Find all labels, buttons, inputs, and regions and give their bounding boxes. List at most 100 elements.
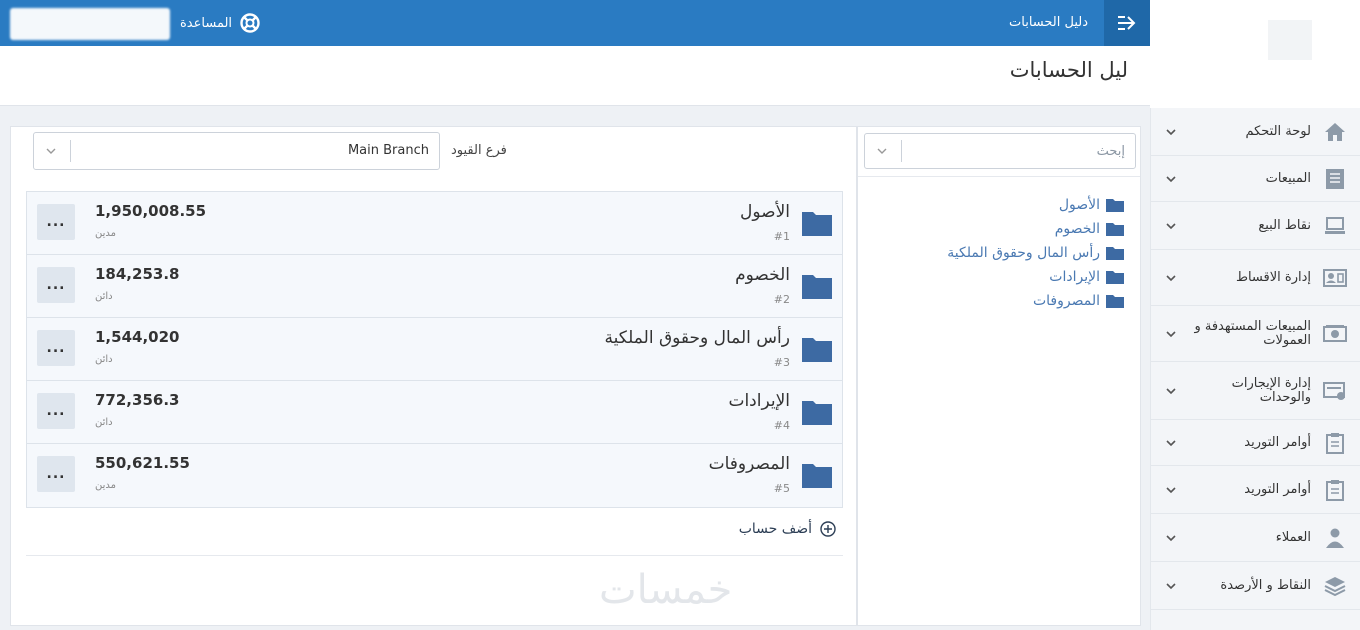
account-row[interactable]: الأصول #1 1,950,008.55 مدين ... — [27, 192, 842, 255]
more-actions-button[interactable]: ... — [37, 330, 75, 366]
top-bar: دليل الحسابات المساعدة — [0, 0, 1150, 46]
sidebar-toggle-button[interactable] — [1104, 0, 1150, 46]
sidebar-item-clients[interactable]: العملاء — [1151, 514, 1360, 562]
accounts-tree: الأصول الخصوم رأس المال وحقوق الملكية ال… — [947, 193, 1124, 313]
watermark: خمسات — [599, 567, 733, 613]
account-row[interactable]: الخصوم #2 184,253.8 دائن ... — [27, 255, 842, 318]
account-type: دائن — [95, 291, 113, 302]
tree-item[interactable]: الخصوم — [947, 217, 1124, 241]
folder-icon — [802, 464, 832, 488]
account-name[interactable]: الخصوم — [735, 265, 790, 285]
sidebar-item-rentals[interactable]: إدارة الإيجارات والوحدات — [1151, 362, 1360, 420]
account-row[interactable]: المصروفات #5 550,621.55 مدين ... — [27, 444, 842, 507]
folder-icon — [802, 275, 832, 299]
add-account-button[interactable]: أضف حساب — [739, 521, 836, 537]
company-logo — [1268, 20, 1312, 60]
sidebar-item-supply-orders[interactable]: أوامر التوريد — [1151, 420, 1360, 466]
tree-item[interactable]: المصروفات — [947, 289, 1124, 313]
chevron-down-icon — [1166, 534, 1176, 541]
chevron-down-icon — [1166, 128, 1176, 135]
sidebar-item-pos[interactable]: نقاط البيع — [1151, 202, 1360, 250]
chevron-down-icon — [1166, 222, 1176, 229]
accounts-main-panel: Main Branch فرع القيود الأصول #1 1,950,0… — [10, 126, 857, 626]
sidebar-item-label: أوامر التوريد — [1244, 434, 1311, 450]
sidebar-item-label: أوامر التوريد — [1244, 481, 1311, 497]
account-name[interactable]: الإيرادات — [728, 391, 790, 411]
more-actions-button[interactable]: ... — [37, 456, 75, 492]
account-row[interactable]: رأس المال وحقوق الملكية #3 1,544,020 دائ… — [27, 318, 842, 381]
arrow-collapse-icon — [1118, 16, 1136, 30]
sidebar-item-label: العملاء — [1275, 529, 1311, 545]
id-card-icon — [1323, 266, 1347, 290]
branch-select[interactable]: Main Branch — [33, 132, 440, 170]
account-number: #4 — [773, 419, 790, 432]
chevron-down-icon[interactable] — [876, 145, 888, 157]
page-title: ليل الحسابات — [1009, 58, 1128, 82]
account-row[interactable]: الإيرادات #4 772,356.3 دائن ... — [27, 381, 842, 444]
help-link[interactable]: المساعدة — [180, 0, 260, 46]
sidebar-item-label: المبيعات — [1265, 170, 1311, 186]
layers-icon — [1323, 574, 1347, 598]
money-icon — [1323, 322, 1347, 346]
sidebar-item-targets-commissions[interactable]: المبيعات المستهدفة و العمولات — [1151, 306, 1360, 362]
sidebar-item-installments[interactable]: إدارة الاقساط — [1151, 250, 1360, 306]
accounts-list: الأصول #1 1,950,008.55 مدين ... الخصوم #… — [26, 191, 843, 508]
sidebar-item-points-balances[interactable]: النقاط و الأرصدة — [1151, 562, 1360, 610]
more-actions-button[interactable]: ... — [37, 204, 75, 240]
chevron-down-icon — [1166, 486, 1176, 493]
account-balance: 772,356.3 — [95, 391, 180, 409]
logo-area — [1150, 0, 1360, 108]
sidebar-item-label: المبيعات المستهدفة و العمولات — [1194, 318, 1311, 348]
select-separator — [70, 140, 71, 162]
folder-icon — [1106, 223, 1124, 236]
user-icon — [1323, 526, 1347, 550]
divider — [26, 555, 843, 556]
account-type: مدين — [95, 228, 117, 239]
account-type: دائن — [95, 417, 113, 428]
more-actions-button[interactable]: ... — [37, 267, 75, 303]
folder-icon — [1106, 271, 1124, 284]
folder-icon — [1106, 199, 1124, 212]
select-separator — [901, 140, 902, 162]
app-title[interactable]: دليل الحسابات — [1009, 0, 1088, 46]
invoice-icon — [1323, 167, 1347, 191]
sidebar-item-sales[interactable]: المبيعات — [1151, 156, 1360, 202]
more-actions-button[interactable]: ... — [37, 393, 75, 429]
account-balance: 1,544,020 — [95, 328, 180, 346]
tree-item[interactable]: رأس المال وحقوق الملكية — [947, 241, 1124, 265]
sidebar: لوحة التحكم المبيعات نقاط البيع إدارة ال… — [1150, 108, 1360, 630]
chevron-down-icon — [1166, 274, 1176, 281]
chevron-down-icon[interactable] — [45, 145, 57, 157]
folder-icon — [1106, 295, 1124, 308]
tree-item[interactable]: الإيرادات — [947, 265, 1124, 289]
rental-icon — [1323, 379, 1347, 403]
account-balance: 550,621.55 — [95, 454, 190, 472]
account-name[interactable]: رأس المال وحقوق الملكية — [605, 328, 790, 348]
tree-item[interactable]: الأصول — [947, 193, 1124, 217]
folder-icon — [802, 212, 832, 236]
home-icon — [1323, 120, 1347, 144]
divider — [858, 176, 1140, 177]
chevron-down-icon — [1166, 387, 1176, 394]
sidebar-item-supply-orders-2[interactable]: أوامر التوريد — [1151, 466, 1360, 514]
account-name[interactable]: المصروفات — [709, 454, 790, 474]
account-number: #3 — [773, 356, 790, 369]
page-header: ليل الحسابات — [0, 46, 1150, 106]
user-menu-redacted[interactable] — [10, 8, 170, 40]
account-number: #5 — [773, 482, 790, 495]
sidebar-item-dashboard[interactable]: لوحة التحكم — [1151, 108, 1360, 156]
folder-icon — [1106, 247, 1124, 260]
tree-item-label: الإيرادات — [1049, 269, 1100, 285]
tree-item-label: المصروفات — [1032, 293, 1100, 309]
account-balance: 184,253.8 — [95, 265, 180, 283]
chevron-down-icon — [1166, 330, 1176, 337]
sidebar-item-label: النقاط و الأرصدة — [1220, 577, 1311, 593]
sidebar-item-label: إدارة الإيجارات والوحدات — [1231, 375, 1311, 405]
sidebar-item-label: نقاط البيع — [1258, 217, 1311, 233]
branch-label: فرع القيود — [451, 143, 507, 158]
clipboard-icon — [1323, 478, 1347, 502]
tree-search-input[interactable] — [905, 134, 1125, 168]
folder-icon — [802, 338, 832, 362]
account-name[interactable]: الأصول — [740, 202, 790, 222]
tree-search-select[interactable] — [864, 133, 1136, 169]
